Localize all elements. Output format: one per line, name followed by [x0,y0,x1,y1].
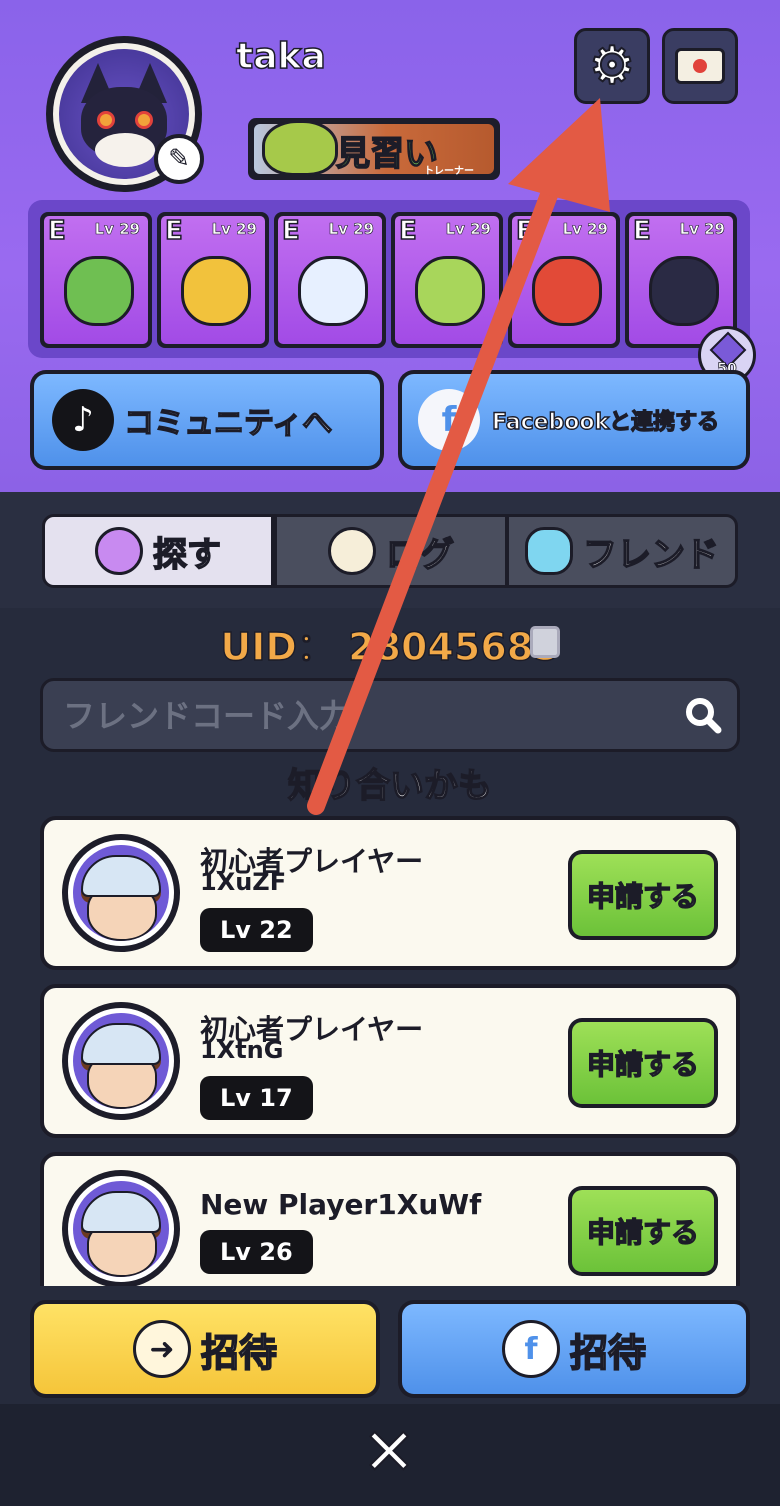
tiktok-community-label: コミュニティへ [123,405,333,441]
monster-level: Lv 29 [562,220,608,239]
share-arrow-icon: ➜ [132,1320,191,1378]
monster-grade: E [632,216,651,247]
player-avatar[interactable] [62,1170,180,1286]
magnifier-icon [95,527,143,575]
monster-level: Lv 29 [679,220,725,239]
player-id: 1XuZF [200,868,287,896]
monster-level: Lv 29 [328,220,374,239]
monster-grade: E [47,216,66,247]
settings-button[interactable]: ⚙ [574,28,650,104]
copy-icon[interactable] [530,626,560,658]
player-avatar[interactable] [62,834,180,952]
rank-bird-icon [262,120,338,176]
monster-level: Lv 29 [211,220,257,239]
monster-icon [298,256,368,326]
rank-sub-label: トレーナー [424,166,474,177]
tab-log-label: ログ [385,534,455,576]
monster-icon [649,256,719,326]
tab-friends[interactable]: フレンド [506,514,738,588]
team-monster-card[interactable]: E Lv 29 [157,212,269,348]
close-button[interactable]: ✕ [356,1415,422,1491]
player-level-badge: Lv 17 [200,1076,313,1120]
rank-badge[interactable]: 見習い トレーナー [238,114,500,182]
clock-icon [328,527,376,575]
tab-search-label: 探す [152,534,222,576]
search-icon[interactable] [683,695,723,735]
friend-code-input[interactable] [63,693,663,739]
tab-friends-label: フレンド [582,534,720,576]
friend-code-search [40,678,740,752]
gear-icon: ⚙ [588,36,637,96]
tab-log[interactable]: ログ [274,514,508,588]
tiktok-community-button[interactable]: ♪ コミュニティへ [30,370,384,470]
username: taka [235,35,326,78]
team-monster-card[interactable]: E Lv 29 [274,212,386,348]
tab-search[interactable]: 探す [42,514,274,588]
monster-grade: E [164,216,183,247]
suggested-player-list[interactable]: 初心者プレイヤー 1XuZF Lv 22 申請する 初心者プレイヤー 1XtnG… [40,816,740,1286]
player-name: New Player1XuWf [200,1188,482,1221]
player-level-badge: Lv 22 [200,908,313,952]
monster-grade: E [398,216,417,247]
facebook-invite-button[interactable]: f 招待 [398,1300,750,1398]
monster-grade: E [281,216,300,247]
invite-button[interactable]: ➜ 招待 [30,1300,380,1398]
list-item: New Player1XuWf Lv 26 申請する [40,1152,740,1286]
list-item: 初心者プレイヤー 1XtnG Lv 17 申請する [40,984,740,1138]
facebook-icon: f [501,1320,560,1378]
friend-request-button[interactable]: 申請する [568,850,718,940]
facebook-link-button[interactable]: f Facebookと連携する [398,370,750,470]
monster-level: Lv 29 [94,220,140,239]
team-monster-card[interactable]: E Lv 29 [40,212,152,348]
player-avatar[interactable] [62,1002,180,1120]
suggested-friends-title: 知り合いかも [287,765,493,807]
facebook-icon: f [418,389,480,451]
team-monster-card[interactable]: E Lv 29 [508,212,620,348]
monster-grade: E [515,216,534,247]
player-level-badge: Lv 26 [200,1230,313,1274]
monster-icon [64,256,134,326]
player-id: 1XtnG [200,1036,284,1064]
edit-icon[interactable]: ✎ [154,134,204,184]
rank-label: 見習い [335,133,439,175]
tiktok-icon: ♪ [52,389,114,451]
team-monster-card[interactable]: E Lv 29 [391,212,503,348]
facebook-link-label: Facebookと連携する [491,409,720,435]
monster-icon [415,256,485,326]
mail-button[interactable] [662,28,738,104]
mail-icon [675,48,725,84]
invite-label: 招待 [200,1330,278,1376]
list-item: 初心者プレイヤー 1XuZF Lv 22 申請する [40,816,740,970]
friends-icon [525,527,573,575]
uid-text: UID： 28045685 [220,624,561,669]
monster-icon [532,256,602,326]
facebook-invite-label: 招待 [569,1330,647,1376]
friend-request-button[interactable]: 申請する [568,1186,718,1276]
monster-level: Lv 29 [445,220,491,239]
friend-request-button[interactable]: 申請する [568,1018,718,1108]
monster-icon [181,256,251,326]
